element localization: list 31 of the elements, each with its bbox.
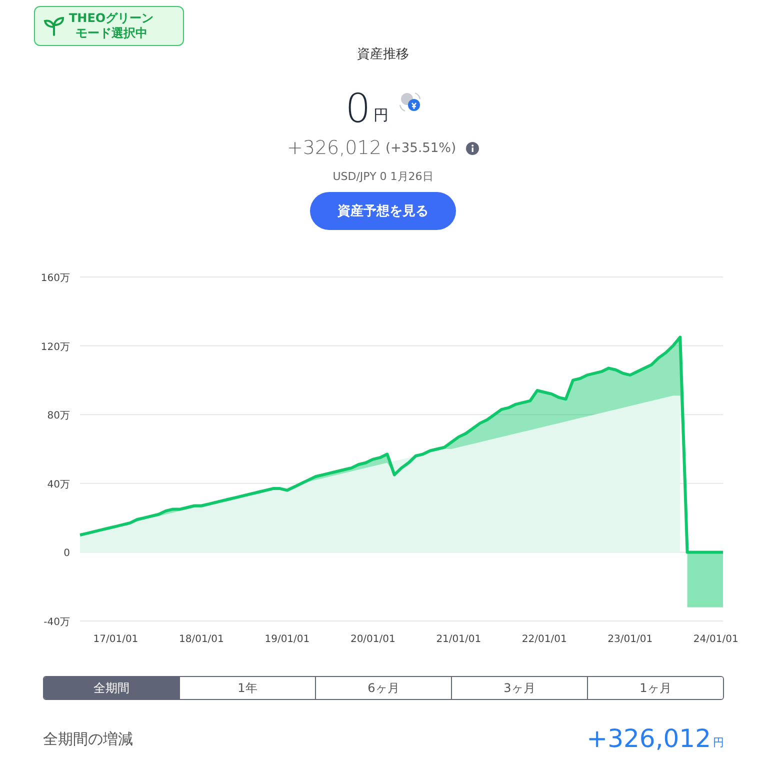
axis-label: 0 <box>64 548 70 560</box>
badge-text: モード選択中 <box>75 26 148 41</box>
page-title: 資産推移 <box>357 46 409 64</box>
axis-label: 24/01/01 <box>693 634 738 645</box>
axis-label: 18/01/01 <box>179 634 224 645</box>
axis-label: -40万 <box>44 617 70 628</box>
summary-amount: +326,012 <box>586 724 711 753</box>
axis-label: 21/01/01 <box>436 634 482 645</box>
axis-label: 80万 <box>47 410 70 422</box>
forecast-button[interactable]: 資産予想を見る <box>310 192 456 230</box>
axis-label: 22/01/01 <box>522 634 567 645</box>
balance-amount: 0 <box>345 87 371 131</box>
info-icon[interactable] <box>466 142 480 154</box>
period-tab[interactable]: 全期間 <box>44 677 179 699</box>
summary-label: 全期間の増減 <box>43 730 133 749</box>
period-tab[interactable]: 1ヶ月 <box>587 677 723 699</box>
axis-label: 19/01/01 <box>264 634 310 645</box>
axis-label: 120万 <box>40 342 70 353</box>
axis-label: 17/01/01 <box>93 634 138 645</box>
sprout-icon <box>43 16 65 36</box>
balance-unit: 円 <box>374 106 389 125</box>
axis-label: 23/01/01 <box>608 634 653 645</box>
currency-switch-icon[interactable] <box>398 91 421 113</box>
badge-text: THEOグリーン <box>69 11 154 26</box>
change-percent: (+35.51%) <box>385 140 456 156</box>
axis-label: 40万 <box>47 479 70 490</box>
rate-note: USD/JPY 0 1月26日 <box>332 169 434 184</box>
axis-label: 20/01/01 <box>350 634 396 645</box>
change-amount: +326,012 <box>286 137 382 159</box>
summary-unit: 円 <box>713 735 724 750</box>
axis-label: 160万 <box>40 273 70 284</box>
